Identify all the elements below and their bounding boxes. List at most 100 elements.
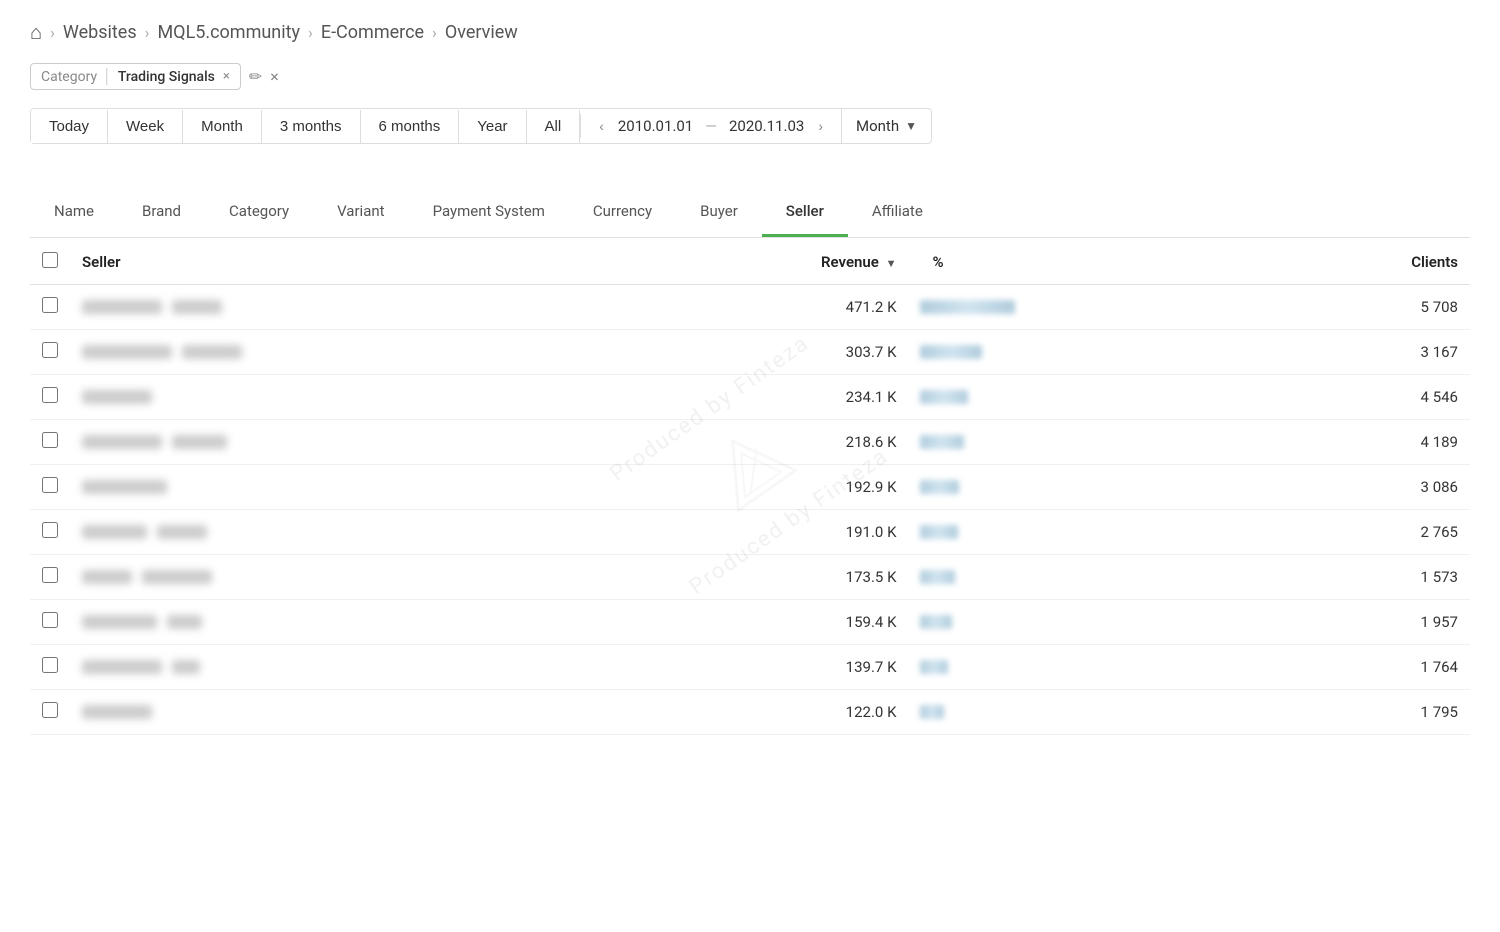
row-checkbox-cell[interactable] [30, 375, 70, 420]
row-checkbox-cell[interactable] [30, 330, 70, 375]
table-row: 234.1 K 4 546 [30, 375, 1470, 420]
row-checkbox[interactable] [42, 522, 58, 538]
breadcrumb-ecommerce[interactable]: E-Commerce [321, 22, 424, 43]
revenue-cell: 173.5 K [614, 555, 908, 600]
clients-cell: 3 167 [1261, 330, 1471, 375]
row-checkbox[interactable] [42, 297, 58, 313]
tab-seller[interactable]: Seller [762, 192, 848, 237]
seller-name-cell [70, 555, 614, 600]
percent-cell [908, 510, 1260, 555]
period-dropdown[interactable]: Month ▼ [841, 109, 931, 143]
home-icon[interactable]: ⌂ [30, 20, 42, 45]
th-clients: Clients [1261, 238, 1471, 285]
row-checkbox[interactable] [42, 567, 58, 583]
revenue-cell: 471.2 K [614, 285, 908, 330]
tab-currency[interactable]: Currency [569, 192, 676, 237]
percent-cell [908, 330, 1260, 375]
row-checkbox[interactable] [42, 657, 58, 673]
time-btn-3months[interactable]: 3 months [262, 110, 361, 143]
select-all-checkbox[interactable] [42, 252, 58, 268]
filter-edit-icon[interactable]: ✏ [249, 67, 262, 86]
clients-cell: 4 546 [1261, 375, 1471, 420]
percent-cell [908, 645, 1260, 690]
percent-cell [908, 555, 1260, 600]
th-percent: % [908, 238, 1260, 285]
tab-payment-system[interactable]: Payment System [409, 192, 569, 237]
row-checkbox[interactable] [42, 702, 58, 718]
row-checkbox[interactable] [42, 612, 58, 628]
table-row: 218.6 K4 189 [30, 420, 1470, 465]
seller-name-cell [70, 645, 614, 690]
row-checkbox-cell[interactable] [30, 600, 70, 645]
clients-cell: 1 764 [1261, 645, 1471, 690]
row-checkbox-cell[interactable] [30, 510, 70, 555]
time-btn-week[interactable]: Week [108, 110, 183, 143]
clients-cell: 2 765 [1261, 510, 1471, 555]
date-range-section: ‹ 2010.01.01 — 2020.11.03 › [580, 114, 841, 138]
percent-cell [908, 690, 1260, 735]
time-filter-bar: Today Week Month 3 months 6 months Year … [30, 108, 932, 144]
table-row: 192.9 K 3 086 [30, 465, 1470, 510]
seller-name-cell [70, 420, 614, 465]
time-btn-today[interactable]: Today [31, 110, 108, 143]
breadcrumb: ⌂ › Websites › MQL5.community › E-Commer… [30, 20, 1470, 45]
row-checkbox-cell[interactable] [30, 465, 70, 510]
clients-cell: 1 795 [1261, 690, 1471, 735]
th-revenue[interactable]: Revenue ▼ [614, 238, 908, 285]
time-btn-year[interactable]: Year [459, 110, 526, 143]
breadcrumb-overview[interactable]: Overview [445, 22, 518, 43]
revenue-cell: 122.0 K [614, 690, 908, 735]
revenue-cell: 191.0 K [614, 510, 908, 555]
table-row: 139.7 K 1 764 [30, 645, 1470, 690]
row-checkbox-cell[interactable] [30, 690, 70, 735]
row-checkbox-cell[interactable] [30, 420, 70, 465]
filter-value: Trading Signals [118, 69, 215, 85]
time-btn-6months[interactable]: 6 months [361, 110, 460, 143]
revenue-cell: 234.1 K [614, 375, 908, 420]
tab-name[interactable]: Name [30, 192, 118, 237]
filter-close-icon[interactable]: × [223, 69, 230, 84]
tab-affiliate[interactable]: Affiliate [848, 192, 947, 237]
row-checkbox[interactable] [42, 432, 58, 448]
chevron-down-icon: ▼ [905, 119, 917, 133]
category-filter-tag[interactable]: Category │ Trading Signals × [30, 63, 241, 90]
filter-clear-icon[interactable]: × [270, 67, 279, 86]
breadcrumb-mql5[interactable]: MQL5.community [157, 22, 300, 43]
data-table: Seller Revenue ▼ % Clients 471.2 K5 7083… [30, 238, 1470, 735]
percent-cell [908, 375, 1260, 420]
revenue-cell: 159.4 K [614, 600, 908, 645]
row-checkbox-cell[interactable] [30, 285, 70, 330]
clients-cell: 1 573 [1261, 555, 1471, 600]
table-row: 122.0 K 1 795 [30, 690, 1470, 735]
tab-variant[interactable]: Variant [313, 192, 408, 237]
tab-category[interactable]: Category [205, 192, 313, 237]
table-row: 303.7 K3 167 [30, 330, 1470, 375]
revenue-cell: 192.9 K [614, 465, 908, 510]
table-row: 191.0 K 2 765 [30, 510, 1470, 555]
th-checkbox[interactable] [30, 238, 70, 285]
tab-buyer[interactable]: Buyer [676, 192, 762, 237]
row-checkbox[interactable] [42, 477, 58, 493]
revenue-cell: 139.7 K [614, 645, 908, 690]
breadcrumb-websites[interactable]: Websites [63, 22, 137, 43]
percent-cell [908, 600, 1260, 645]
revenue-cell: 218.6 K [614, 420, 908, 465]
column-tabs: Name Brand Category Variant Payment Syst… [30, 192, 1470, 238]
row-checkbox-cell[interactable] [30, 645, 70, 690]
clients-cell: 3 086 [1261, 465, 1471, 510]
table-row: 471.2 K5 708 [30, 285, 1470, 330]
row-checkbox-cell[interactable] [30, 555, 70, 600]
time-btn-all[interactable]: All [527, 110, 581, 143]
row-checkbox[interactable] [42, 342, 58, 358]
table-row: 159.4 K1 957 [30, 600, 1470, 645]
tab-brand[interactable]: Brand [118, 192, 205, 237]
date-prev-btn[interactable]: ‹ [593, 114, 610, 138]
row-checkbox[interactable] [42, 387, 58, 403]
time-btn-month[interactable]: Month [183, 110, 262, 143]
filter-row: Category │ Trading Signals × ✏ × [30, 63, 1470, 90]
period-label: Month [856, 117, 899, 135]
percent-cell [908, 420, 1260, 465]
seller-name-cell [70, 375, 614, 420]
date-next-btn[interactable]: › [812, 114, 829, 138]
filter-label: Category [41, 69, 97, 85]
